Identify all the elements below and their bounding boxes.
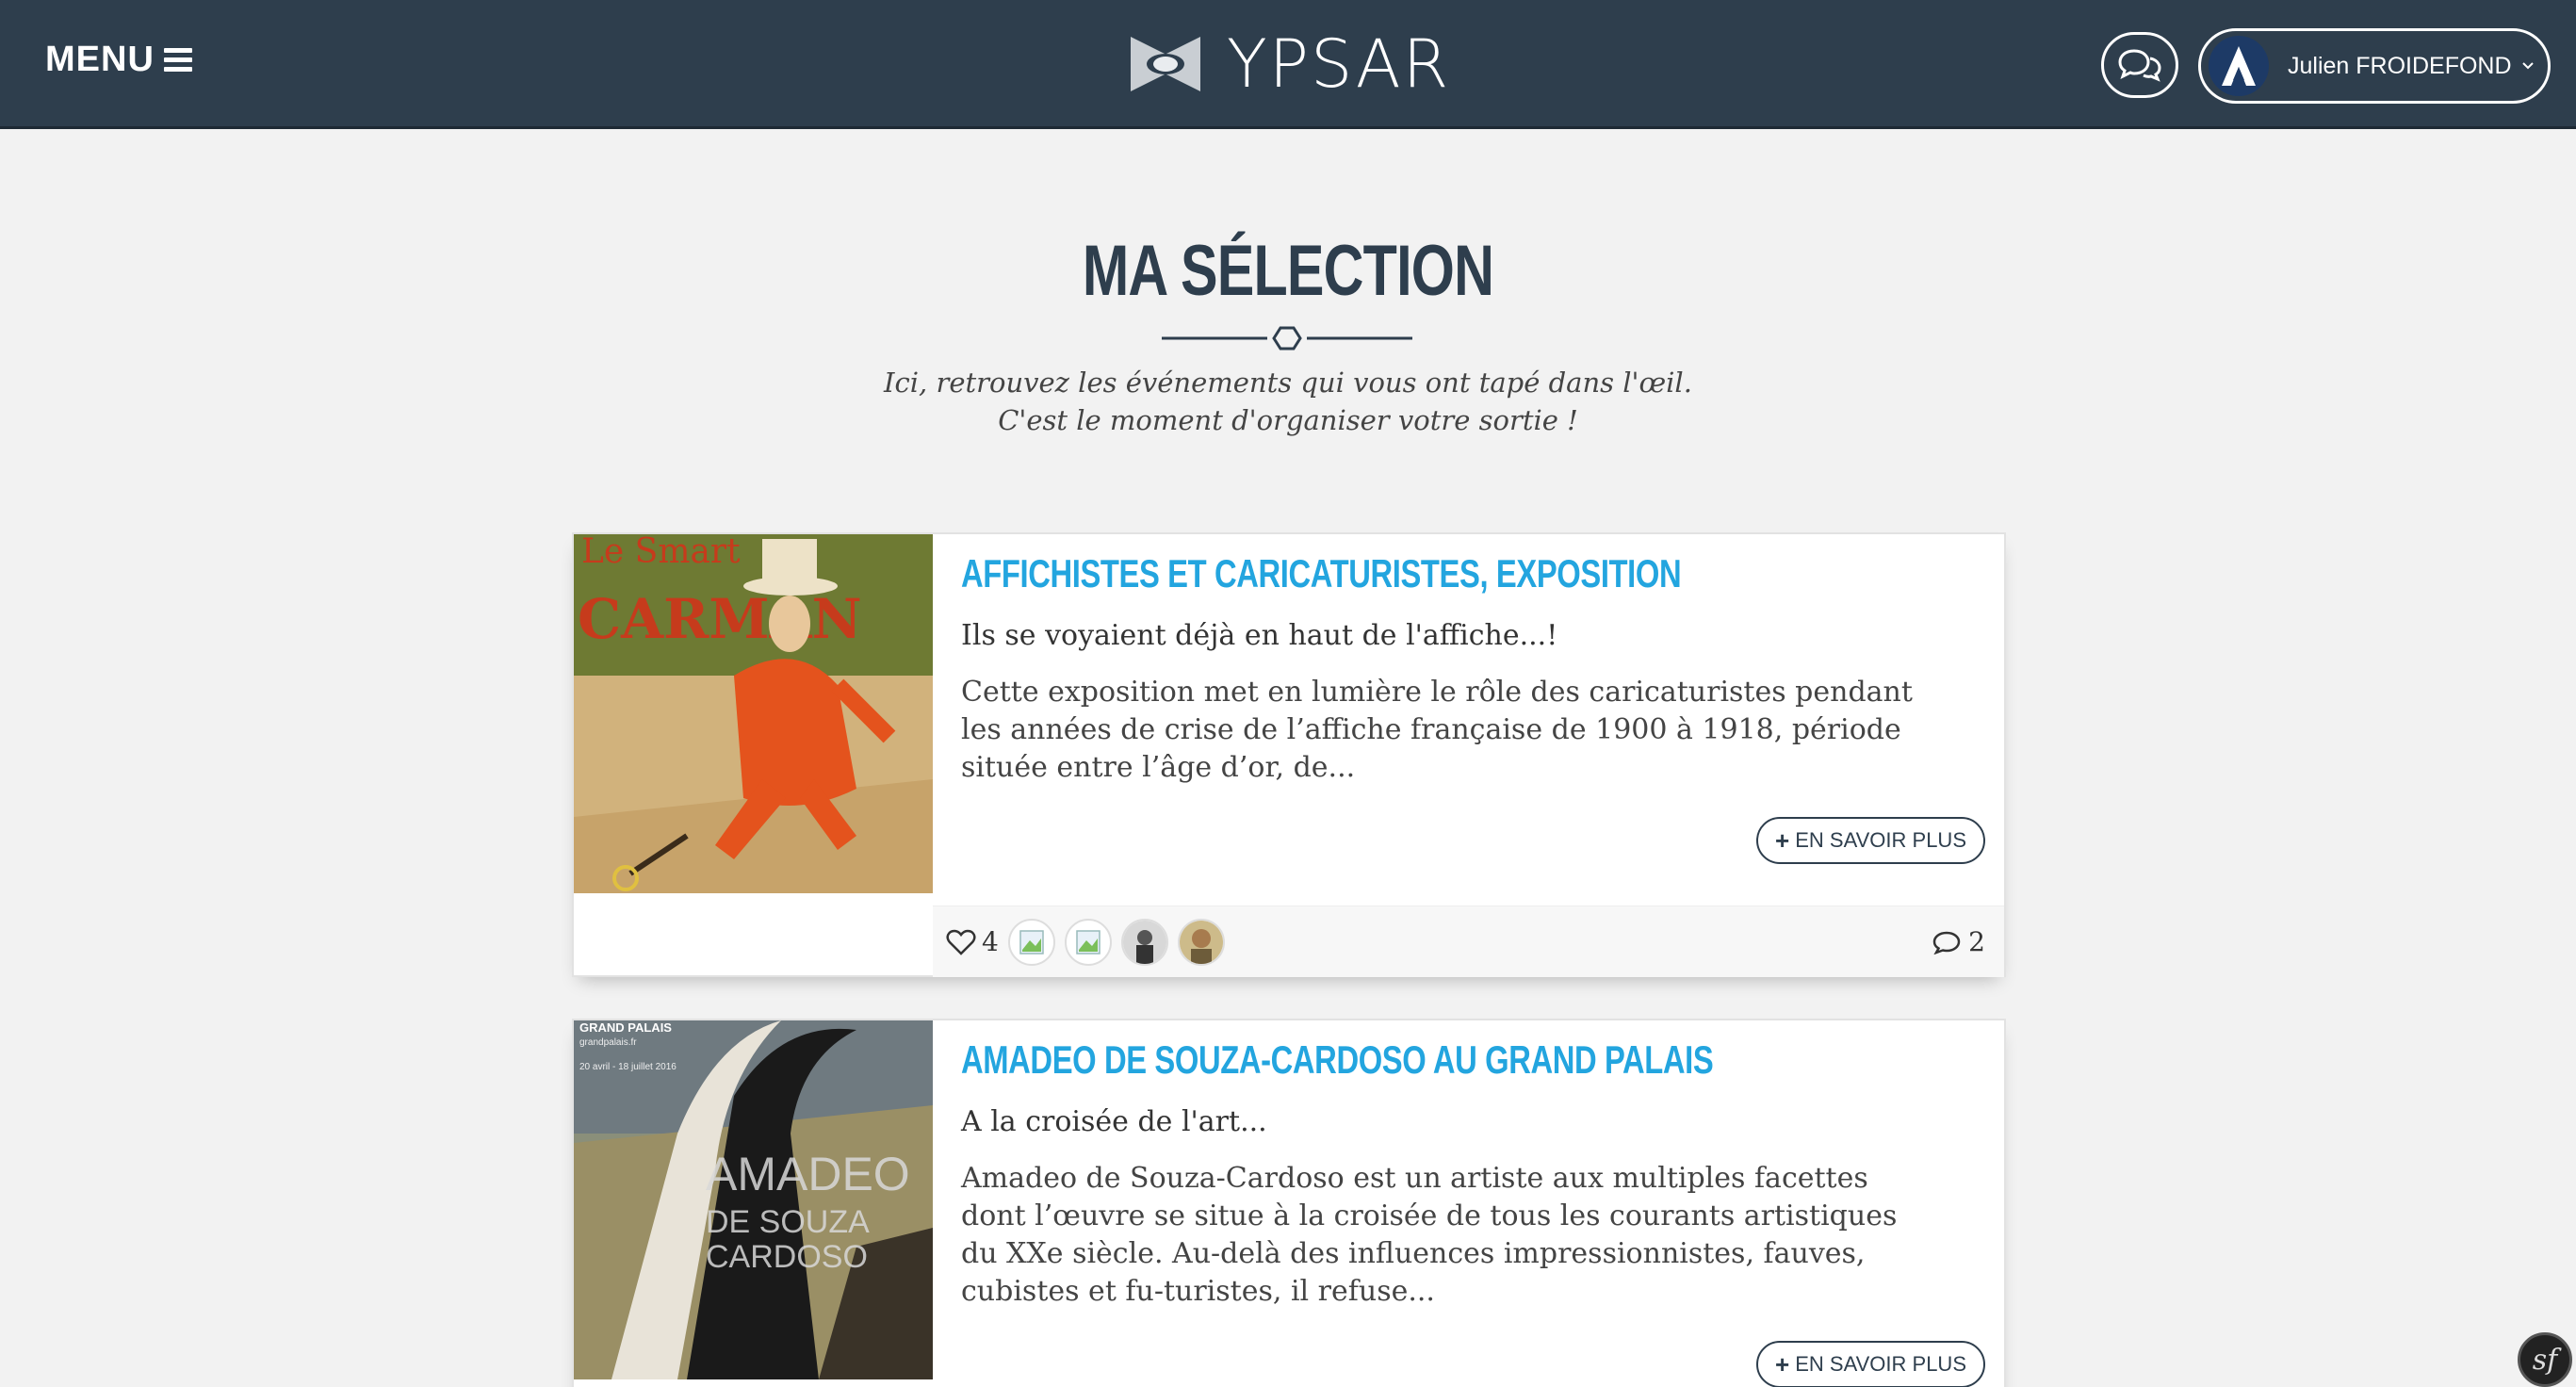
- event-card: GRAND PALAIS grandpalais.fr 20 avril - 1…: [572, 1019, 2006, 1387]
- user-avatar-icon: [2209, 36, 2269, 96]
- event-description: Cette exposition met en lumière le rôle …: [961, 676, 1913, 784]
- plus-icon: +: [1775, 825, 1790, 855]
- liker-avatar[interactable]: [1120, 918, 1168, 966]
- heart-icon: [946, 929, 976, 955]
- liker-avatar[interactable]: [1064, 918, 1112, 966]
- event-tagline: Ils se voyaient déjà en haut de l'affich…: [961, 619, 1558, 652]
- event-tagline: A la croisée de l'art...: [961, 1105, 1267, 1138]
- event-poster-image[interactable]: Le Smart CARMAN: [574, 534, 933, 893]
- site-logo[interactable]: YPSAR: [1129, 26, 1450, 102]
- event-title[interactable]: AMADEO DE SOUZA-CARDOSO AU GRAND PALAIS: [961, 1037, 1714, 1083]
- chevron-down-icon: [2521, 62, 2534, 70]
- subtitle-line-2: C'est le moment d'organiser votre sortie…: [998, 404, 1578, 436]
- poster-text: GRAND PALAIS: [579, 1020, 672, 1035]
- event-card-footer: 4 2: [933, 906, 2004, 977]
- event-card: Le Smart CARMAN AFFICHISTES ET CARICATUR…: [572, 532, 2006, 977]
- title-divider: [1162, 326, 1412, 351]
- learn-more-label: EN SAVOIR PLUS: [1795, 1352, 1966, 1376]
- liker-avatar[interactable]: [1177, 918, 1225, 966]
- like-button[interactable]: 4: [946, 926, 999, 957]
- liker-avatar[interactable]: [1007, 918, 1055, 966]
- page-subtitle: Ici, retrouvez les événements qui vous o…: [0, 364, 2576, 439]
- chat-bubbles-icon: [2118, 49, 2161, 82]
- logo-text: YPSAR: [1227, 25, 1451, 103]
- event-description: Amadeo de Souza-Cardoso est un artiste a…: [961, 1162, 1898, 1308]
- comments-button[interactable]: 2: [1932, 926, 1985, 957]
- poster-text: AMADEO: [706, 1148, 910, 1200]
- subtitle-line-1: Ici, retrouvez les événements qui vous o…: [884, 367, 1692, 399]
- poster-text: 20 avril - 18 juillet 2016: [579, 1062, 677, 1072]
- messages-button[interactable]: [2101, 32, 2178, 98]
- user-name: Julien FROIDEFOND: [2288, 52, 2512, 79]
- event-poster-image[interactable]: GRAND PALAIS grandpalais.fr 20 avril - 1…: [574, 1020, 933, 1379]
- ypsar-logo-icon: [1131, 37, 1200, 91]
- likes-count: 4: [982, 926, 999, 957]
- user-menu-button[interactable]: Julien FROIDEFOND: [2198, 28, 2551, 104]
- menu-label: MENU: [45, 40, 155, 79]
- poster-text: CARMAN: [578, 587, 862, 651]
- poster-text: Le Smart: [581, 534, 741, 571]
- poster-text: CARDOSO: [706, 1239, 868, 1275]
- page-title: MA SÉLECTION: [1082, 231, 1494, 311]
- hamburger-icon: [163, 47, 192, 73]
- poster-text: DE SOUZA: [706, 1204, 870, 1240]
- plus-icon: +: [1775, 1349, 1790, 1379]
- event-title[interactable]: AFFICHISTES ET CARICATURISTES, EXPOSITIO…: [961, 551, 1682, 596]
- comment-icon: [1932, 931, 1961, 955]
- comments-count: 2: [1968, 926, 1985, 957]
- symfony-icon[interactable]: sf: [2518, 1332, 2572, 1387]
- poster-text: grandpalais.fr: [579, 1037, 637, 1048]
- menu-button[interactable]: MENU: [45, 40, 192, 80]
- learn-more-label: EN SAVOIR PLUS: [1795, 828, 1966, 852]
- top-navbar: MENU YPSAR Julien FROIDEFOND: [0, 0, 2576, 129]
- learn-more-button[interactable]: + EN SAVOIR PLUS: [1756, 1341, 1985, 1387]
- learn-more-button[interactable]: + EN SAVOIR PLUS: [1756, 817, 1985, 864]
